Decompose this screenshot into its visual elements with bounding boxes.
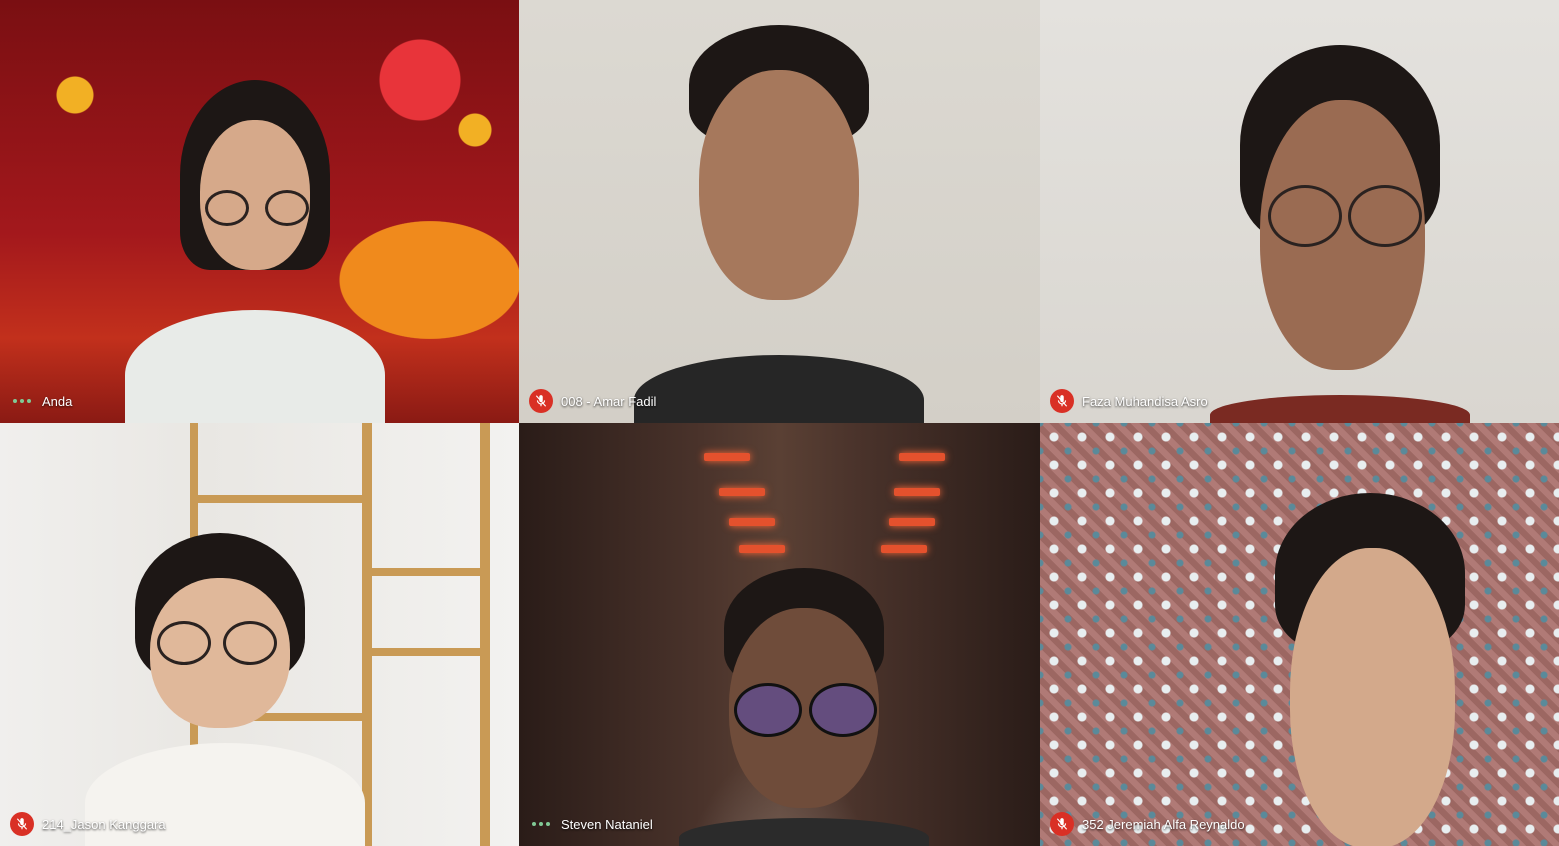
participant-tile-steven-nataniel[interactable]: Steven Nataniel [519, 423, 1040, 846]
participant-name: 214_Jason Kanggara [42, 816, 166, 832]
mic-off-icon [1050, 812, 1074, 836]
mic-off-icon [1050, 389, 1074, 413]
mic-off-icon [10, 812, 34, 836]
participant-name-bar: 008 - Amar Fadil [529, 389, 656, 413]
audio-dots-icon [529, 812, 553, 836]
video-grid: Anda 008 - Amar Fadil Faza Muhandisa Asr… [0, 0, 1559, 846]
participant-name: 008 - Amar Fadil [561, 393, 657, 409]
participant-name-bar: 214_Jason Kanggara [10, 812, 166, 836]
participant-video [614, 25, 944, 423]
participant-name-bar: Anda [10, 389, 72, 413]
participant-name: Steven Nataniel [561, 816, 653, 832]
participant-video [75, 533, 375, 846]
audio-dots-icon [10, 389, 34, 413]
participant-tile-jeremiah-alfa-reynaldo[interactable]: 352 Jeremiah Alfa Reynaldo [1040, 423, 1559, 846]
participant-video [1180, 45, 1500, 423]
participant-video [1220, 493, 1520, 846]
participant-name-bar: 352 Jeremiah Alfa Reynaldo [1050, 812, 1245, 836]
participant-tile-anda[interactable]: Anda [0, 0, 519, 423]
participant-name-bar: Faza Muhandisa Asro [1050, 389, 1208, 413]
participant-name: Anda [42, 393, 73, 409]
participant-video [105, 80, 405, 423]
participant-video [679, 568, 929, 846]
participant-tile-jason-kanggara[interactable]: 214_Jason Kanggara [0, 423, 519, 846]
mic-off-icon [529, 389, 553, 413]
participant-name: Faza Muhandisa Asro [1082, 393, 1208, 409]
participant-name-bar: Steven Nataniel [529, 812, 653, 836]
participant-name: 352 Jeremiah Alfa Reynaldo [1082, 816, 1245, 832]
participant-tile-amar-fadil[interactable]: 008 - Amar Fadil [519, 0, 1040, 423]
participant-tile-faza-muhandisa-asro[interactable]: Faza Muhandisa Asro [1040, 0, 1559, 423]
